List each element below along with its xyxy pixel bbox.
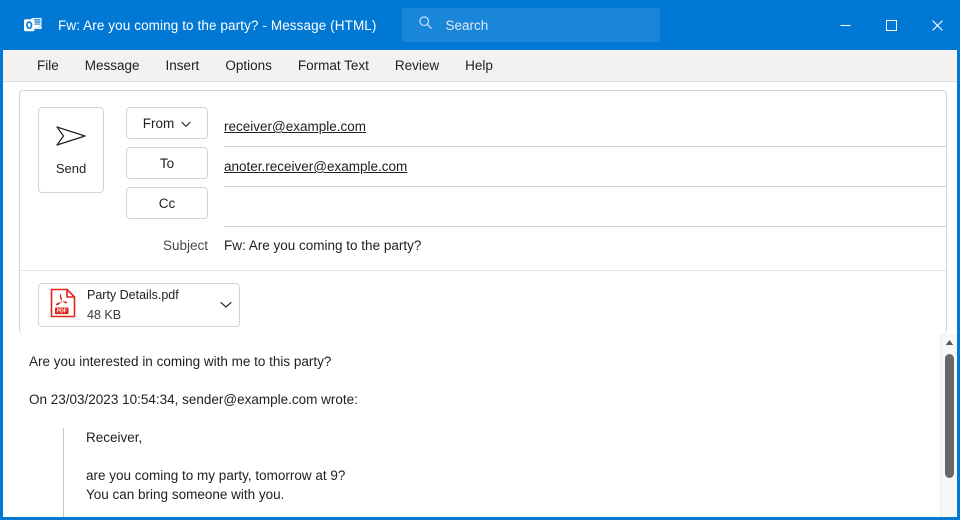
send-button[interactable]: Send: [38, 107, 104, 193]
from-button-label: From: [143, 116, 175, 131]
from-button[interactable]: From: [126, 107, 208, 139]
tab-help[interactable]: Help: [452, 50, 506, 82]
subject-label: Subject: [126, 238, 208, 253]
field-row-cc: Cc: [126, 187, 946, 227]
tab-review[interactable]: Review: [382, 50, 452, 82]
scrollbar-thumb[interactable]: [945, 354, 954, 478]
window-controls: [822, 0, 960, 50]
cc-button-label: Cc: [159, 196, 176, 211]
body-intro-line: Are you interested in coming with me to …: [29, 352, 940, 371]
close-button[interactable]: [914, 0, 960, 50]
svg-text:PDF: PDF: [57, 308, 67, 314]
attachment-item[interactable]: PDF Party Details.pdf 48 KB: [38, 283, 240, 327]
to-recipient[interactable]: anoter.receiver@example.com: [224, 159, 407, 174]
attachment-zone: PDF Party Details.pdf 48 KB: [20, 271, 946, 334]
scroll-up-arrow-icon[interactable]: [941, 334, 958, 351]
from-recipient[interactable]: receiver@example.com: [224, 119, 366, 134]
minimize-button[interactable]: [822, 0, 868, 50]
scroll-down-arrow-icon[interactable]: [941, 511, 958, 520]
subject-input[interactable]: Fw: Are you coming to the party?: [224, 238, 946, 253]
field-row-to: To anoter.receiver@example.com: [126, 147, 946, 187]
attachment-name: Party Details.pdf: [87, 288, 179, 302]
compose-header-panel: Send From receiver@: [19, 90, 947, 334]
maximize-button[interactable]: [868, 0, 914, 50]
title-bar: Fw: Are you coming to the party? - Messa…: [0, 0, 960, 50]
quote-blank-line: [86, 447, 940, 466]
attachment-menu-button[interactable]: [213, 296, 239, 314]
search-input[interactable]: Search: [402, 8, 660, 42]
outlook-compose-window: Fw: Are you coming to the party? - Messa…: [0, 0, 960, 520]
quote-line: are you coming to my party, tomorrow at …: [86, 466, 940, 485]
to-button[interactable]: To: [126, 147, 208, 179]
compose-header-wrap: Send From receiver@: [3, 82, 957, 334]
field-row-from: From receiver@example.com: [126, 107, 946, 147]
message-body-area: Are you interested in coming with me to …: [3, 334, 957, 520]
tab-insert[interactable]: Insert: [153, 50, 213, 82]
quote-line: Receiver,: [86, 428, 940, 447]
outlook-icon: [23, 15, 43, 35]
to-button-label: To: [160, 156, 174, 171]
attachment-size: 48 KB: [87, 308, 121, 322]
cc-field-value[interactable]: [224, 187, 946, 227]
window-title: Fw: Are you coming to the party? - Messa…: [58, 18, 377, 33]
tab-message[interactable]: Message: [72, 50, 153, 82]
subject-row: Subject Fw: Are you coming to the party?: [126, 229, 946, 261]
quoted-message-block: Receiver, are you coming to my party, to…: [63, 428, 940, 520]
quote-blank-line: [86, 504, 940, 520]
scrollbar-track[interactable]: [941, 351, 958, 520]
quote-header-line: On 23/03/2023 10:54:34, sender@example.c…: [29, 390, 940, 409]
to-field-value[interactable]: anoter.receiver@example.com: [224, 147, 946, 187]
chevron-down-icon: [220, 296, 232, 314]
from-field-value[interactable]: receiver@example.com: [224, 107, 946, 147]
ribbon-tab-bar: File Message Insert Options Format Text …: [3, 50, 957, 82]
recipient-fields: From receiver@example.com: [126, 107, 946, 227]
cc-button[interactable]: Cc: [126, 187, 208, 219]
message-body-editor[interactable]: Are you interested in coming with me to …: [3, 334, 940, 520]
tab-options[interactable]: Options: [212, 50, 285, 82]
tab-file[interactable]: File: [24, 50, 72, 82]
send-arrow-icon: [54, 124, 88, 153]
send-button-label: Send: [56, 161, 86, 176]
body-scrollbar[interactable]: [940, 334, 957, 520]
quote-line: You can bring someone with you.: [86, 485, 940, 504]
compose-row: Send From receiver@: [20, 91, 946, 227]
chevron-down-icon: [181, 116, 191, 131]
search-placeholder: Search: [446, 18, 489, 33]
search-icon: [418, 15, 433, 35]
attachment-meta: Party Details.pdf 48 KB: [87, 285, 213, 325]
pdf-file-icon: PDF: [50, 288, 76, 323]
tab-format-text[interactable]: Format Text: [285, 50, 382, 82]
